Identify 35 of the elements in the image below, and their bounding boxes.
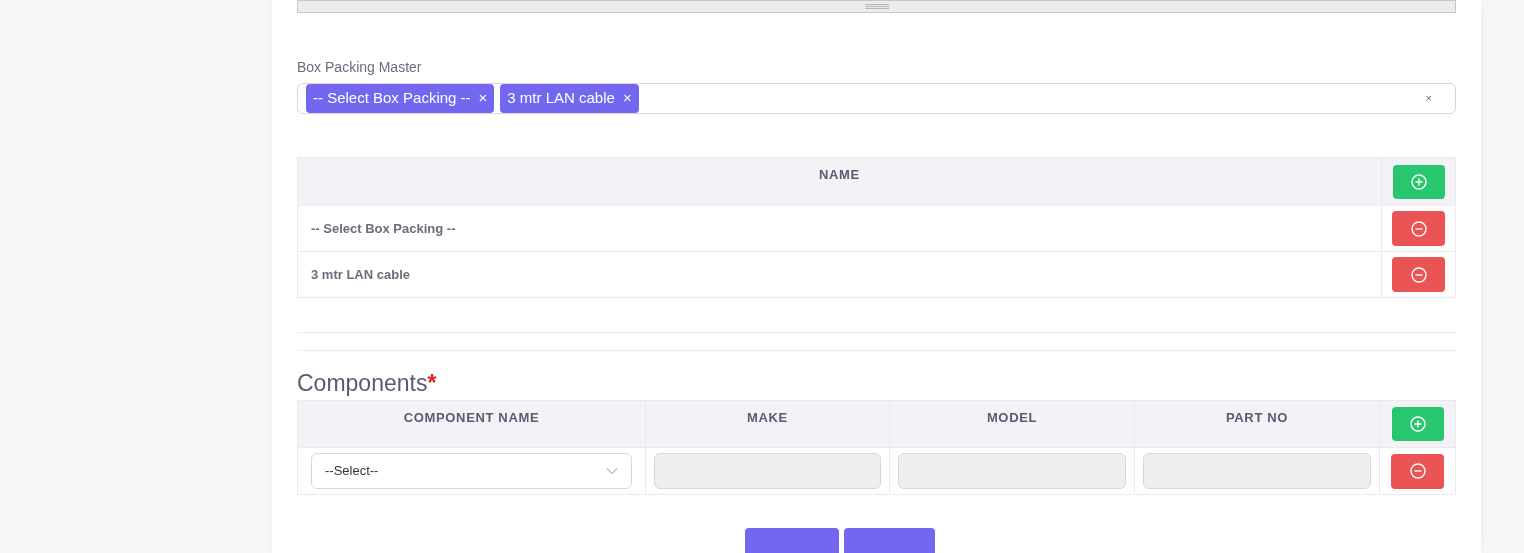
remove-icon: [1409, 463, 1426, 479]
remove-row-button[interactable]: [1392, 211, 1445, 246]
table-cell-text: 3 mtr LAN cable: [311, 265, 410, 284]
action-button[interactable]: [745, 528, 839, 553]
tag-remove[interactable]: ×: [622, 87, 632, 110]
input-field[interactable]: [654, 453, 881, 489]
section-title: Components: [297, 370, 428, 396]
component-select[interactable]: --Select--: [311, 453, 632, 489]
tag-label: 3 mtr LAN cable: [507, 88, 615, 109]
chevron-down-icon: [606, 467, 618, 475]
remove-icon: [1410, 220, 1427, 237]
column-header: PART NO: [1225, 409, 1289, 427]
input-field[interactable]: [898, 453, 1126, 489]
action-button[interactable]: [844, 528, 935, 553]
add-row-button[interactable]: [1392, 164, 1445, 199]
remove-row-button[interactable]: [1391, 453, 1444, 489]
grip-icon: [864, 4, 889, 9]
add-row-button[interactable]: [1391, 407, 1444, 441]
add-icon: [1410, 173, 1427, 190]
table-cell-text: -- Select Box Packing --: [311, 219, 456, 238]
multi-select-field[interactable]: -- Select Box Packing -- × 3 mtr LAN cable × ×: [297, 83, 1456, 114]
remove-icon: [1410, 266, 1427, 283]
textarea-resize-bar[interactable]: [297, 0, 1456, 13]
tag-label: -- Select Box Packing --: [313, 88, 471, 109]
column-header: MODEL: [986, 409, 1038, 427]
tag-remove[interactable]: ×: [478, 87, 488, 110]
remove-row-button[interactable]: [1392, 257, 1445, 292]
field-label: Box Packing Master: [297, 58, 423, 77]
column-header: NAME: [819, 166, 860, 184]
clear-all[interactable]: ×: [1425, 90, 1432, 107]
required-mark: *: [427, 370, 437, 396]
column-header: MAKE: [747, 409, 788, 427]
column-header: COMPONENT NAME: [403, 409, 540, 427]
add-icon: [1409, 416, 1426, 432]
input-field[interactable]: [1143, 453, 1371, 489]
